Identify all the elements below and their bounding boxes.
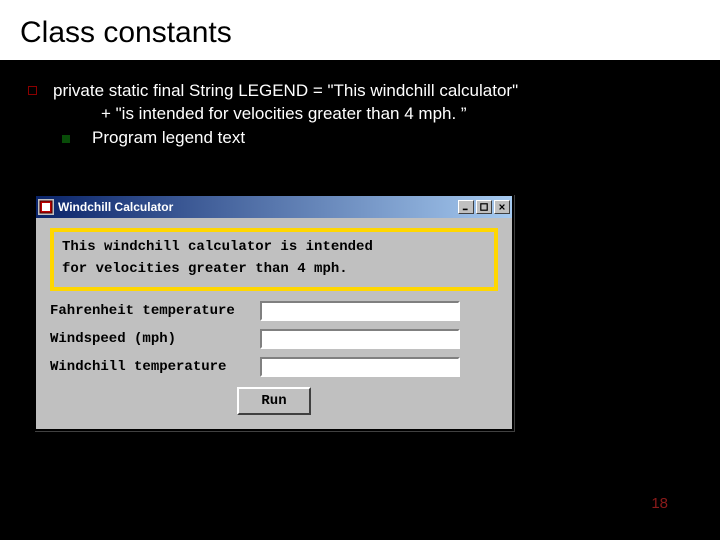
code-line1: private static final String LEGEND = "Th…: [53, 80, 518, 103]
fahrenheit-label: Fahrenheit temperature: [50, 303, 260, 319]
window-title: Windchill Calculator: [58, 200, 458, 214]
filled-square-bullet-icon: [62, 135, 70, 143]
slide-title: Class constants: [0, 0, 720, 62]
titlebar-buttons: [458, 200, 510, 214]
windspeed-input[interactable]: [260, 329, 460, 349]
windspeed-label: Windspeed (mph): [50, 331, 260, 347]
windchill-label: Windchill temperature: [50, 359, 260, 375]
maximize-icon[interactable]: [476, 200, 492, 214]
legend-highlight: This windchill calculator is intended fo…: [50, 228, 498, 291]
legend-line2: for velocities greater than 4 mph.: [62, 258, 486, 280]
code-line2: + "is intended for velocities greater th…: [53, 103, 518, 126]
fahrenheit-row: Fahrenheit temperature: [50, 301, 498, 321]
square-bullet-icon: [28, 86, 37, 95]
run-row: Run: [50, 387, 498, 415]
windspeed-row: Windspeed (mph): [50, 329, 498, 349]
fahrenheit-input[interactable]: [260, 301, 460, 321]
legend-line1: This windchill calculator is intended: [62, 236, 486, 258]
app-icon: [38, 199, 54, 215]
bullet-level1: private static final String LEGEND = "Th…: [28, 80, 692, 126]
app-window: Windchill Calculator This windchill calc…: [34, 194, 514, 431]
titlebar: Windchill Calculator: [36, 196, 512, 218]
run-button[interactable]: Run: [237, 387, 310, 415]
windchill-input[interactable]: [260, 357, 460, 377]
bullet-level2: Program legend text: [62, 128, 692, 148]
windchill-row: Windchill temperature: [50, 357, 498, 377]
page-number: 18: [651, 495, 668, 512]
window-body: This windchill calculator is intended fo…: [36, 218, 512, 429]
slide-body: private static final String LEGEND = "Th…: [0, 62, 720, 158]
minimize-icon[interactable]: [458, 200, 474, 214]
close-icon[interactable]: [494, 200, 510, 214]
sub-text: Program legend text: [92, 128, 245, 148]
code-text: private static final String LEGEND = "Th…: [53, 80, 518, 126]
